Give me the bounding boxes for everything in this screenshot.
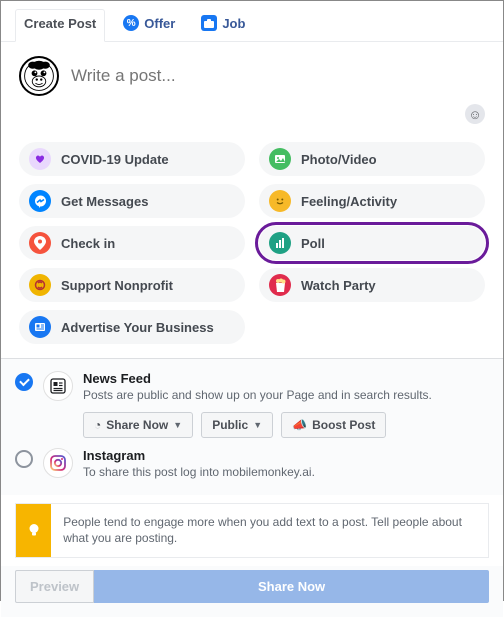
tip-banner: People tend to engage more when you add …	[15, 503, 489, 559]
pin-icon	[29, 232, 51, 254]
option-poll-label: Poll	[301, 236, 325, 251]
privacy-label: Public	[212, 418, 248, 432]
option-advertise[interactable]: Advertise Your Business	[19, 310, 245, 344]
smiley-icon	[269, 190, 291, 212]
emoji-picker-button[interactable]: ☺	[465, 104, 485, 124]
share-row-instagram: Instagram To share this post log into mo…	[15, 448, 489, 481]
option-checkin-label: Check in	[61, 236, 115, 251]
heart-icon	[29, 148, 51, 170]
option-checkin[interactable]: Check in	[19, 226, 245, 260]
option-nonprofit[interactable]: Support Nonprofit	[19, 268, 245, 302]
option-covid-label: COVID-19 Update	[61, 152, 169, 167]
clock-icon: ◔	[94, 418, 101, 432]
option-photo[interactable]: Photo/Video	[259, 142, 485, 176]
instagram-title: Instagram	[83, 448, 489, 463]
composer-tabs: Create Post % Offer Job	[1, 1, 503, 42]
chevron-down-icon: ▼	[173, 420, 182, 430]
ad-icon	[29, 316, 51, 338]
lightbulb-icon	[16, 504, 51, 558]
option-watch-label: Watch Party	[301, 278, 376, 293]
option-messages[interactable]: Get Messages	[19, 184, 245, 218]
chevron-down-icon: ▼	[253, 420, 262, 430]
page-avatar	[19, 56, 59, 96]
instagram-icon	[43, 448, 73, 478]
share-destinations: News Feed Posts are public and show up o…	[1, 359, 503, 495]
chat-icon	[29, 190, 51, 212]
tab-offer-label: Offer	[144, 16, 175, 31]
privacy-dropdown[interactable]: Public ▼	[201, 412, 273, 438]
popcorn-icon	[269, 274, 291, 296]
tab-create-label: Create Post	[24, 16, 96, 31]
offer-icon: %	[123, 15, 139, 31]
boost-post-button[interactable]: 📣 Boost Post	[281, 412, 386, 438]
share-now-button[interactable]: Share Now	[94, 570, 489, 603]
instagram-desc: To share this post log into mobilemonkey…	[83, 464, 489, 481]
option-advertise-label: Advertise Your Business	[61, 320, 214, 335]
option-covid[interactable]: COVID-19 Update	[19, 142, 245, 176]
share-timing-label: Share Now	[106, 418, 168, 432]
composer-footer: Preview Share Now	[1, 566, 503, 617]
bars-icon	[269, 232, 291, 254]
option-nonprofit-label: Support Nonprofit	[61, 278, 173, 293]
newsfeed-desc: Posts are public and show up on your Pag…	[83, 387, 489, 404]
option-poll[interactable]: Poll	[259, 226, 485, 260]
option-watch[interactable]: Watch Party	[259, 268, 485, 302]
image-icon	[269, 148, 291, 170]
share-timing-dropdown[interactable]: ◔ Share Now ▼	[83, 412, 193, 438]
composer-area	[1, 42, 503, 100]
tab-create-post[interactable]: Create Post	[15, 9, 105, 42]
coin-icon	[29, 274, 51, 296]
tip-text: People tend to engage more when you add …	[51, 504, 488, 558]
option-feeling[interactable]: Feeling/Activity	[259, 184, 485, 218]
radio-instagram[interactable]	[15, 450, 33, 468]
newsfeed-icon	[43, 371, 73, 401]
option-feeling-label: Feeling/Activity	[301, 194, 397, 209]
tab-offer[interactable]: % Offer	[115, 9, 183, 41]
option-messages-label: Get Messages	[61, 194, 148, 209]
smiley-icon: ☺	[468, 107, 481, 122]
briefcase-icon	[201, 15, 217, 31]
megaphone-icon: 📣	[292, 418, 307, 432]
option-photo-label: Photo/Video	[301, 152, 377, 167]
post-options-grid: COVID-19 Update Photo/Video Get Messages Fe…	[1, 134, 503, 358]
radio-newsfeed[interactable]	[15, 373, 33, 391]
tab-job-label: Job	[222, 16, 245, 31]
share-row-newsfeed: News Feed Posts are public and show up o…	[15, 371, 489, 438]
tab-job[interactable]: Job	[193, 9, 253, 41]
boost-label: Boost Post	[312, 418, 375, 432]
post-text-input[interactable]	[71, 66, 485, 86]
preview-button[interactable]: Preview	[15, 570, 94, 603]
newsfeed-title: News Feed	[83, 371, 489, 386]
